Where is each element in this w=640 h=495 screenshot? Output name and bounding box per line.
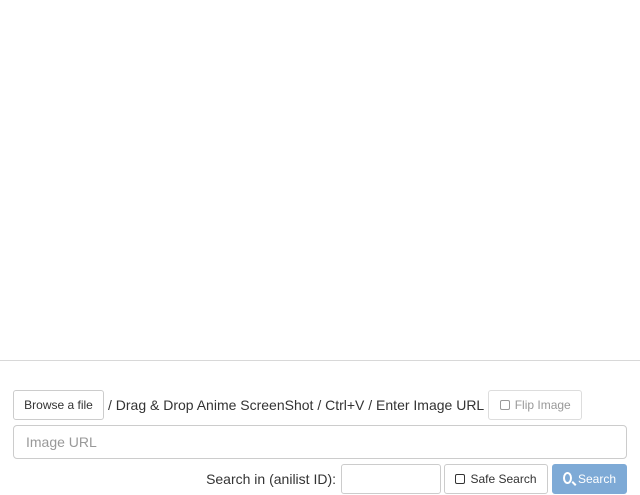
safe-search-label: Safe Search <box>470 472 537 486</box>
anilist-id-input[interactable] <box>341 464 441 494</box>
browse-file-button[interactable]: Browse a file <box>13 390 104 420</box>
upload-instructions: / Drag & Drop Anime ScreenShot / Ctrl+V … <box>108 397 485 413</box>
search-icon <box>563 472 572 484</box>
safe-search-button[interactable]: Safe Search <box>444 464 548 494</box>
upload-toolbar: Browse a file / Drag & Drop Anime Screen… <box>13 390 583 420</box>
checkbox-unchecked-icon <box>455 474 466 484</box>
search-button-label: Search <box>577 472 616 486</box>
flip-image-button[interactable]: Flip Image <box>488 390 583 420</box>
search-options: Search in (anilist ID): Safe Search Sear… <box>206 464 627 494</box>
divider <box>0 360 640 361</box>
image-url-input[interactable] <box>13 425 627 459</box>
checkbox-unchecked-icon <box>499 400 510 410</box>
flip-image-label: Flip Image <box>514 398 571 412</box>
search-button[interactable]: Search <box>552 464 627 494</box>
anilist-id-label: Search in (anilist ID): <box>206 471 336 487</box>
image-preview-area <box>0 0 640 360</box>
